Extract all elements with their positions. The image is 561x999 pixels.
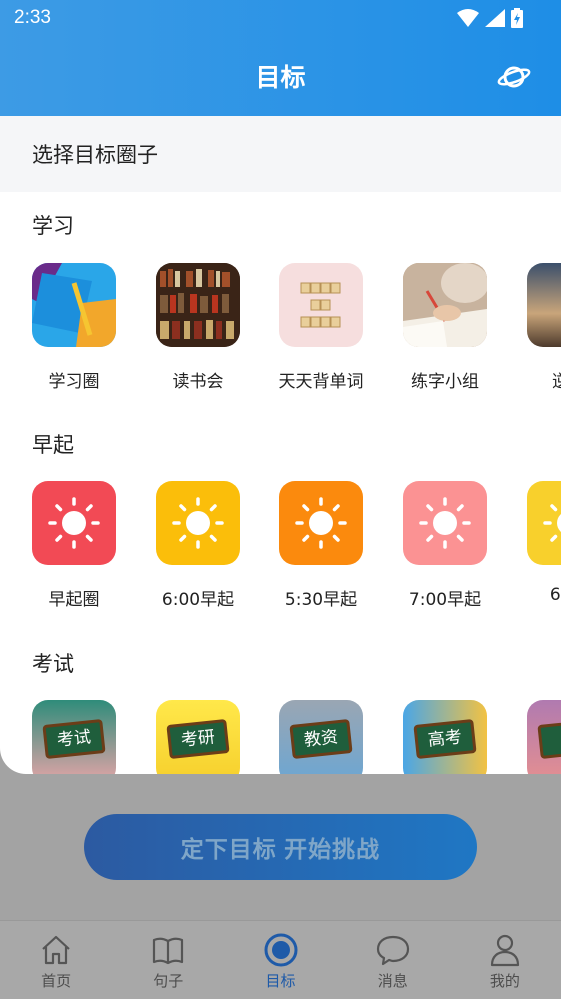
circle-item-study[interactable]: 学习圈 — [19, 263, 129, 392]
goal-picker-sheet: 选择目标圈子 学习 学习圈 读书会 天天背单词 练字小组 逆 早起 早起圈 6:… — [0, 116, 561, 774]
circle-item-calligraphy[interactable]: 练字小组 — [390, 263, 500, 392]
sun-tile — [527, 481, 561, 565]
circle-item-vocab[interactable]: 天天背单词 — [266, 263, 376, 392]
circle-item-civil[interactable]: 公 — [514, 700, 561, 774]
section-title: 早起 — [32, 433, 74, 457]
circle-item-5-30[interactable]: 5:30早起 — [266, 481, 376, 610]
target-icon — [264, 933, 297, 967]
writing-photo-image — [403, 263, 487, 347]
section-title: 考试 — [32, 652, 74, 676]
set-goal-button[interactable]: 定下目标 开始挑战 — [84, 814, 477, 880]
item-label: 6:30 — [549, 585, 561, 605]
signal-icon — [485, 9, 505, 27]
item-label: 读书会 — [172, 372, 224, 392]
circle-item-early[interactable]: 早起圈 — [19, 481, 129, 610]
status-time: 2:33 — [14, 7, 51, 28]
letter-tiles-image — [279, 263, 363, 347]
tab-label: 句子 — [153, 972, 184, 990]
chalkboard: 教资 — [289, 718, 353, 760]
sun-tile — [32, 481, 116, 565]
cta-area: 定下目标 开始挑战 — [0, 774, 561, 920]
tab-label: 目标 — [265, 972, 296, 990]
circle-item-6-30[interactable]: 6:30 — [514, 481, 561, 605]
circle-item-headwind[interactable]: 逆风 — [514, 263, 561, 392]
exam-tile: 考研 — [156, 700, 240, 774]
circle-item-teacher-cert[interactable]: 教资 — [266, 700, 376, 774]
item-label: 6:00早起 — [161, 590, 235, 610]
planet-icon[interactable] — [497, 62, 531, 92]
sun-tile — [156, 481, 240, 565]
sun-icon — [419, 497, 471, 549]
chalkboard: 考试 — [42, 718, 106, 760]
circle-item-gaokao[interactable]: 高考 — [390, 700, 500, 774]
tab-sentences[interactable]: 句子 — [112, 921, 224, 999]
tab-goals[interactable]: 目标 — [224, 921, 336, 999]
status-bar: 2:33 — [0, 0, 561, 36]
item-label: 5:30早起 — [284, 590, 358, 610]
item-label: 早起圈 — [48, 590, 100, 610]
battery-icon — [511, 8, 523, 28]
item-label: 7:00早起 — [408, 590, 482, 610]
sun-icon — [295, 497, 347, 549]
tab-label: 消息 — [377, 972, 408, 990]
tab-label: 我的 — [489, 972, 520, 990]
home-icon — [42, 935, 70, 965]
item-label: 学习圈 — [48, 372, 100, 392]
item-label: 逆风 — [552, 372, 561, 392]
tab-profile[interactable]: 我的 — [449, 921, 561, 999]
page-title: 目标 — [255, 63, 306, 92]
chalkboard: 高考 — [413, 718, 477, 760]
wifi-icon — [457, 9, 479, 27]
sun-icon — [172, 497, 224, 549]
exam-tile: 考试 — [32, 700, 116, 774]
sun-icon — [543, 504, 561, 542]
circle-item-reading[interactable]: 读书会 — [143, 263, 253, 392]
exam-tile: 教资 — [279, 700, 363, 774]
sun-tile — [279, 481, 363, 565]
chat-icon — [376, 935, 409, 966]
chalkboard: 考研 — [166, 718, 230, 760]
exam-tile: 高考 — [403, 700, 487, 774]
exam-tile: 公 — [527, 700, 561, 774]
circle-item-6-00[interactable]: 6:00早起 — [143, 481, 253, 610]
sheet-title: 选择目标圈子 — [32, 143, 158, 167]
tab-home[interactable]: 首页 — [0, 921, 112, 999]
tab-label: 首页 — [41, 972, 72, 990]
tab-messages[interactable]: 消息 — [337, 921, 449, 999]
bookshelf-image — [156, 263, 240, 347]
circle-item-7-00[interactable]: 7:00早起 — [390, 481, 500, 610]
sheet-header: 选择目标圈子 — [0, 116, 561, 192]
circle-item-postgrad[interactable]: 考研 — [143, 700, 253, 774]
sunset-image — [527, 263, 561, 347]
chalkboard: 公 — [537, 718, 561, 760]
item-label: 练字小组 — [411, 372, 479, 392]
sun-tile — [403, 481, 487, 565]
item-label: 天天背单词 — [278, 372, 364, 392]
section-title: 学习 — [32, 214, 74, 238]
user-icon — [490, 934, 520, 967]
circle-item-exam[interactable]: 考试 — [19, 700, 129, 774]
sun-icon — [48, 497, 100, 549]
bottom-tab-bar: 首页 句子 目标 消息 我的 — [0, 920, 561, 999]
book-icon — [153, 937, 184, 965]
study-circle-image — [32, 263, 116, 347]
